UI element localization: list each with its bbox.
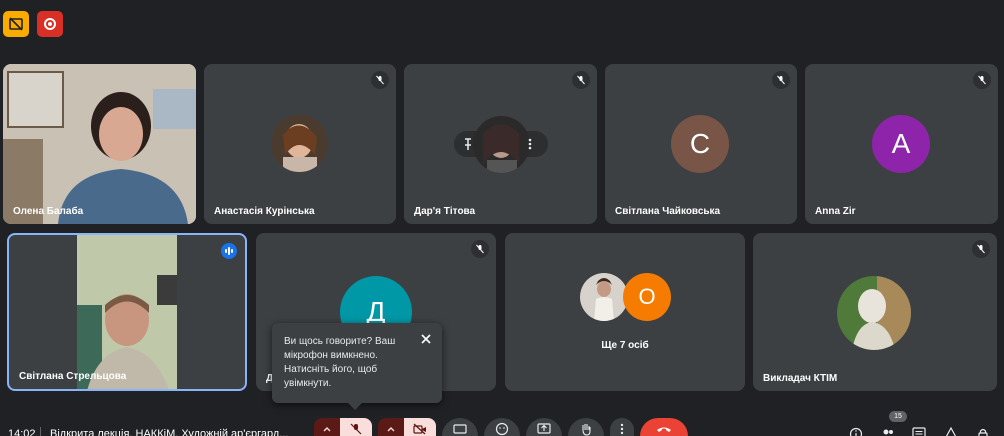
participant-name: Олена Балаба xyxy=(13,206,84,217)
participant-name: Викладач КТІМ xyxy=(763,373,838,384)
participant-name: Світлана Чайковська xyxy=(615,206,721,217)
mic-off-icon xyxy=(350,423,362,435)
participant-tile-streltsova[interactable]: Світлана Стрельцова xyxy=(7,233,247,391)
participant-name: Anna Zir xyxy=(815,206,856,217)
close-icon[interactable] xyxy=(420,333,432,345)
mic-off-icon xyxy=(471,240,489,258)
end-call-icon xyxy=(657,427,671,432)
camera-button[interactable] xyxy=(404,418,436,436)
camera-off-icon xyxy=(413,423,426,435)
leave-call-button[interactable] xyxy=(640,418,688,436)
host-controls-icon[interactable] xyxy=(976,427,990,436)
participant-avatar: С xyxy=(671,115,729,173)
participant-tile-olena[interactable]: Олена Балаба xyxy=(3,64,196,224)
clock: 14:02 xyxy=(8,428,36,436)
more-participants-label: Ще 7 осіб xyxy=(601,340,649,351)
participant-avatar xyxy=(580,273,628,321)
participant-count-badge: 15 xyxy=(889,411,907,422)
bottom-control-bar: 14:02 Відкрита лекція. НАККіМ. Художній … xyxy=(0,414,1004,436)
participant-tile-chaikovska[interactable]: С Світлана Чайковська xyxy=(605,64,797,224)
participant-avatar: О xyxy=(623,273,671,321)
participant-avatar xyxy=(271,115,328,172)
more-vert-icon xyxy=(620,423,624,435)
mic-off-icon xyxy=(972,240,990,258)
present-button[interactable] xyxy=(526,418,562,436)
meeting-title: Відкрита лекція. НАККіМ. Художній ар'єрг… xyxy=(50,428,289,436)
participant-name: Анастасія Курінська xyxy=(214,206,315,217)
speaking-indicator-icon xyxy=(221,243,237,259)
activities-icon[interactable] xyxy=(944,426,958,436)
more-options-icon[interactable] xyxy=(526,137,534,151)
hand-icon xyxy=(582,424,591,436)
captions-off-icon[interactable] xyxy=(3,11,29,37)
participant-tile-daria[interactable]: Дар'я Тітова xyxy=(404,64,597,224)
audio-options-button[interactable] xyxy=(314,418,340,436)
raise-hand-button[interactable] xyxy=(568,418,604,436)
participant-avatar: A xyxy=(872,115,930,173)
people-icon[interactable] xyxy=(880,427,896,436)
participant-name: Світлана Стрельцова xyxy=(19,371,127,382)
participant-video xyxy=(3,64,196,224)
mic-off-icon xyxy=(772,71,790,89)
present-screen-icon xyxy=(537,423,551,434)
participant-tile-anastasia[interactable]: Анастасія Курінська xyxy=(204,64,396,224)
mic-muted-tooltip: Ви щось говорите? Ваш мікрофон вимкнено.… xyxy=(272,323,442,410)
info-icon[interactable] xyxy=(849,427,863,436)
chat-icon[interactable] xyxy=(912,427,926,436)
emoji-button[interactable] xyxy=(484,418,520,436)
mic-off-icon xyxy=(572,71,590,89)
emoji-icon xyxy=(495,422,509,436)
video-options-button[interactable] xyxy=(378,418,404,436)
captions-button[interactable] xyxy=(442,418,478,436)
microphone-button[interactable] xyxy=(340,418,372,436)
mic-off-icon xyxy=(973,71,991,89)
participant-name: Дар'я Тітова xyxy=(414,206,476,217)
participant-tile-ktim[interactable]: Викладач КТІМ xyxy=(753,233,997,391)
participant-video xyxy=(77,235,177,389)
participant-avatar xyxy=(473,116,530,173)
divider xyxy=(40,427,41,436)
tooltip-text: Ви щось говорите? Ваш мікрофон вимкнено.… xyxy=(284,336,396,389)
more-options-button[interactable] xyxy=(610,418,634,436)
mic-off-icon xyxy=(371,71,389,89)
participant-tile-anna[interactable]: A Anna Zir xyxy=(805,64,998,224)
participant-tile-others[interactable]: О Ще 7 осіб xyxy=(505,233,745,391)
recording-icon[interactable] xyxy=(37,11,63,37)
captions-icon xyxy=(453,424,467,434)
participant-avatar xyxy=(837,276,911,350)
